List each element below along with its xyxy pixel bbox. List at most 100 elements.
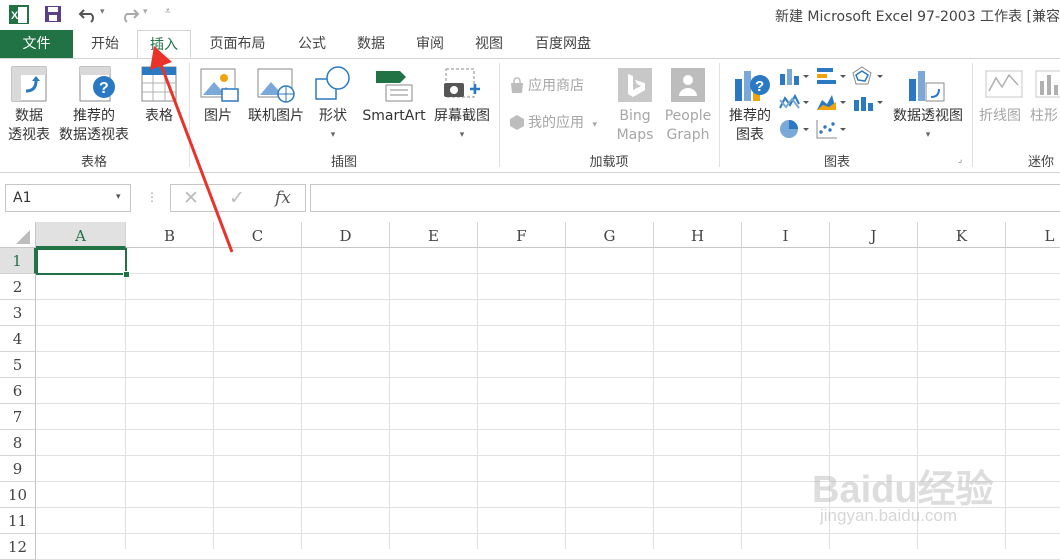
- column-header-h[interactable]: H: [654, 222, 742, 248]
- area-chart-icon[interactable]: [815, 92, 847, 112]
- sparkline-line-label: 折线图: [979, 108, 1021, 124]
- group-label-addins: 加载项: [589, 155, 629, 170]
- grid-column-line: [741, 248, 742, 549]
- row-header-8[interactable]: 8: [0, 430, 36, 456]
- annotation-arrow: [150, 46, 234, 253]
- title-bar: X ▾ ▾ ⩡ 新建 Microsoft Excel 97-2003 工作表 […: [0, 0, 1060, 30]
- tab-baidu-netdisk[interactable]: 百度网盘: [524, 30, 602, 58]
- column-header-i[interactable]: I: [742, 222, 830, 248]
- grid-row-line: [36, 299, 1060, 300]
- people-graph-button[interactable]: People Graph: [660, 107, 716, 145]
- bar-chart-icon[interactable]: [815, 66, 847, 86]
- grid-row-line: [36, 377, 1060, 378]
- insert-function-icon[interactable]: fx: [275, 188, 291, 208]
- svg-text:?: ?: [99, 80, 109, 97]
- people-graph-icon: [671, 68, 705, 102]
- grid-row-line: [36, 351, 1060, 352]
- watermark-logo: Baidu经验: [812, 469, 994, 511]
- column-header-l[interactable]: L: [1006, 222, 1060, 248]
- grid-column-line: [389, 248, 390, 549]
- charts-dialog-launcher-icon[interactable]: ⌟: [958, 155, 962, 165]
- row-header-3[interactable]: 3: [0, 300, 36, 326]
- column-header-f[interactable]: F: [478, 222, 566, 248]
- row-header-2[interactable]: 2: [0, 274, 36, 300]
- screenshot-button[interactable]: 屏幕截图 ▾: [430, 107, 494, 145]
- grid-row-line: [36, 455, 1060, 456]
- tab-review[interactable]: 审阅: [406, 30, 454, 58]
- undo-dropdown-icon[interactable]: ▾: [100, 7, 105, 17]
- redo-icon[interactable]: [120, 4, 140, 24]
- tab-home[interactable]: 开始: [80, 30, 130, 58]
- column-header-j[interactable]: J: [830, 222, 918, 248]
- row-header-5[interactable]: 5: [0, 352, 36, 378]
- column-chart-icon[interactable]: [778, 66, 810, 86]
- online-pictures-label: 联机图片: [248, 108, 304, 124]
- people-graph-label-1: People: [664, 108, 712, 124]
- pivot-table-label-2: 透视表: [8, 127, 50, 143]
- select-all-corner[interactable]: [0, 222, 36, 248]
- pivot-table-label-1: 数据: [15, 108, 43, 124]
- row-header-12[interactable]: 12: [0, 534, 36, 560]
- row-header-4[interactable]: 4: [0, 326, 36, 352]
- column-header-a[interactable]: A: [36, 222, 126, 248]
- row-header-10[interactable]: 10: [0, 482, 36, 508]
- bing-maps-icon: [618, 68, 652, 102]
- active-cell-a1[interactable]: [36, 248, 127, 275]
- sparkline-line-button[interactable]: 折线图: [979, 107, 1021, 126]
- sparkline-column-icon: [1035, 70, 1060, 98]
- line-chart-icon[interactable]: [778, 92, 810, 112]
- pivot-chart-icon: [909, 71, 945, 102]
- pivot-chart-button[interactable]: 数据透视图 ▾: [888, 107, 968, 145]
- row-header-9[interactable]: 9: [0, 456, 36, 482]
- store-button[interactable]: 应用商店: [528, 77, 584, 96]
- screenshot-dropdown-icon: ▾: [459, 130, 465, 140]
- radar-chart-icon[interactable]: [852, 66, 886, 86]
- smartart-label: SmartArt: [362, 108, 426, 124]
- screenshot-label: 屏幕截图: [434, 108, 490, 124]
- tab-file[interactable]: 文件: [0, 30, 73, 58]
- bing-maps-button[interactable]: Bing Maps: [610, 107, 660, 145]
- row-header-7[interactable]: 7: [0, 404, 36, 430]
- fill-handle[interactable]: [123, 271, 130, 278]
- shapes-icon: [315, 66, 350, 100]
- column-header-k[interactable]: K: [918, 222, 1006, 248]
- row-header-6[interactable]: 6: [0, 378, 36, 404]
- customize-qat-icon[interactable]: ⩡: [165, 6, 171, 17]
- group-label-sparklines: 迷你: [1028, 155, 1055, 170]
- column-header-e[interactable]: E: [390, 222, 478, 248]
- recommended-charts-button[interactable]: 推荐的 图表: [726, 107, 774, 145]
- row-header-11[interactable]: 11: [0, 508, 36, 534]
- pie-chart-icon[interactable]: [778, 118, 810, 140]
- name-box[interactable]: A1 ▾: [5, 184, 131, 212]
- shapes-button[interactable]: 形状 ▾: [312, 107, 354, 145]
- grid-row-line: [36, 273, 1060, 274]
- undo-icon[interactable]: [78, 4, 98, 24]
- online-pictures-button[interactable]: 联机图片: [244, 107, 308, 126]
- name-box-dropdown-icon[interactable]: ▾: [116, 192, 121, 202]
- tab-formulas[interactable]: 公式: [288, 30, 336, 58]
- screenshot-icon: [444, 68, 480, 98]
- recommended-pivot-label-2: 数据透视表: [59, 127, 129, 143]
- bing-maps-label-1: Bing: [619, 108, 651, 124]
- column-header-g[interactable]: G: [566, 222, 654, 248]
- scatter-chart-icon[interactable]: [815, 118, 847, 140]
- combo-chart-icon[interactable]: [852, 92, 886, 112]
- my-apps-dropdown-icon: ▾: [592, 120, 597, 130]
- recommended-pivot-table-button[interactable]: 推荐的 数据透视表: [54, 107, 134, 145]
- group-separator: [972, 63, 973, 167]
- tab-data[interactable]: 数据: [347, 30, 395, 58]
- tab-view[interactable]: 视图: [465, 30, 513, 58]
- redo-dropdown-icon[interactable]: ▾: [143, 7, 148, 17]
- grid-column-line: [477, 248, 478, 549]
- store-label: 应用商店: [528, 78, 584, 94]
- formula-input[interactable]: [310, 184, 1060, 212]
- column-header-d[interactable]: D: [302, 222, 390, 248]
- row-header-1[interactable]: 1: [0, 248, 36, 274]
- sparkline-line-icon: [985, 70, 1023, 98]
- sparkline-column-button[interactable]: 柱形: [1030, 107, 1058, 126]
- my-apps-button[interactable]: 我的应用 ▾: [528, 114, 597, 135]
- save-icon[interactable]: [43, 4, 63, 24]
- pivot-table-button[interactable]: 数据 透视表: [4, 107, 54, 145]
- smartart-button[interactable]: SmartArt: [360, 107, 428, 126]
- recommended-pivot-label-1: 推荐的: [73, 108, 115, 124]
